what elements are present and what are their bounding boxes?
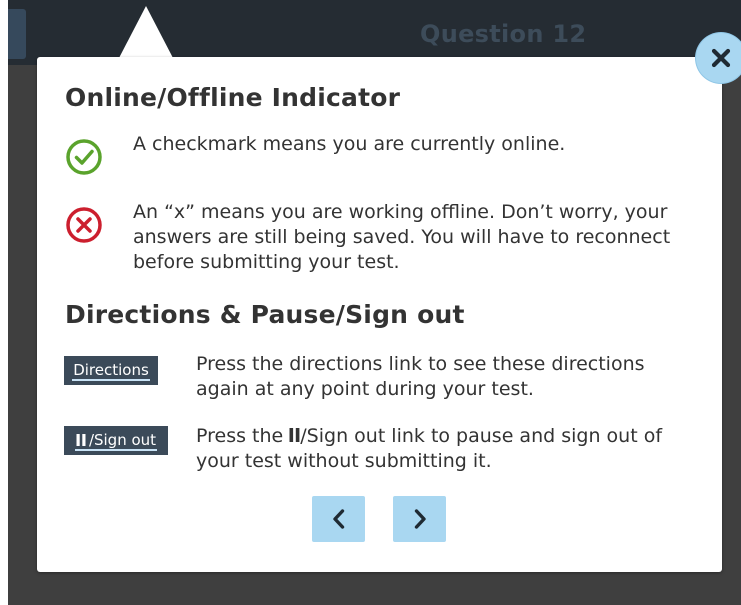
x-circle-icon (64, 205, 104, 245)
online-offline-title: Online/Offline Indicator (65, 83, 401, 112)
previous-page-button[interactable] (312, 496, 365, 542)
top-bar (8, 0, 741, 65)
signout-chip-content: /Sign out (74, 430, 158, 451)
top-bar-left-tab[interactable] (8, 9, 26, 59)
directions-description: Press the directions link to see these d… (196, 353, 645, 400)
directions-link-sample: Directions (64, 356, 158, 385)
signout-chip-label: /Sign out (88, 430, 157, 449)
pause-icon (289, 428, 300, 442)
online-description: A checkmark means you are currently onli… (133, 133, 566, 155)
dialog-pointer (119, 6, 173, 58)
directions-pause-title: Directions & Pause/Sign out (65, 300, 465, 329)
close-icon (711, 48, 731, 68)
directions-chip-label: Directions (72, 360, 150, 381)
pause-text-prefix: Press the (196, 425, 290, 447)
next-page-button[interactable] (393, 496, 446, 542)
signout-link-sample: /Sign out (64, 426, 168, 455)
pause-icon (76, 433, 86, 446)
chevron-left-icon (332, 509, 344, 529)
close-button[interactable] (696, 33, 741, 83)
chevron-right-icon (414, 509, 426, 529)
pause-description: Press the /Sign out link to pause and si… (196, 424, 696, 474)
check-circle-icon (64, 137, 104, 177)
offline-description: An “x” means you are working offline. Do… (133, 201, 671, 273)
question-label: Question 12 (420, 20, 587, 48)
